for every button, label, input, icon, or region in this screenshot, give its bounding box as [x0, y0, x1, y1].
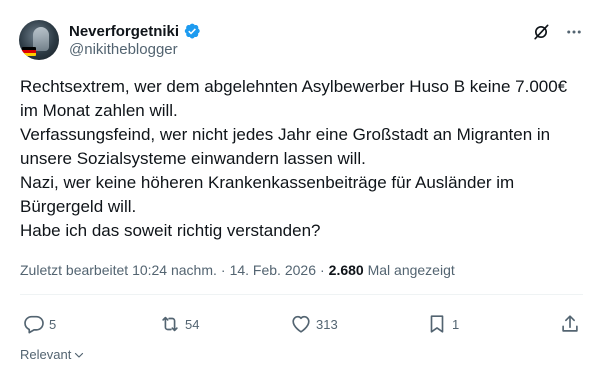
tweet-line: Rechtsextrem, wer dem abgelehnten Asylbe…	[20, 77, 568, 96]
tweet-line: Nazi, wer keine höheren Krankenkassenbei…	[20, 173, 515, 192]
chevron-down-icon	[75, 352, 84, 358]
share-button[interactable]	[559, 312, 581, 336]
sort-replies-button[interactable]: Relevant	[20, 347, 85, 362]
tweet-line: Verfassungsfeind, wer nicht jedes Jahr e…	[20, 125, 551, 144]
header-actions	[531, 22, 583, 42]
sort-label: Relevant	[20, 347, 72, 362]
tweet-date[interactable]: 14. Feb. 2026	[230, 262, 316, 278]
like-button[interactable]: 313	[290, 312, 338, 336]
repost-count: 54	[185, 316, 200, 332]
flag-icon	[22, 47, 36, 56]
tweet-line: Habe ich das soweit richtig verstanden?	[20, 221, 321, 240]
meta-separator: ·	[220, 262, 226, 278]
verified-badge-icon	[184, 23, 200, 39]
repost-icon	[162, 316, 178, 332]
author-avatar[interactable]	[19, 20, 59, 60]
action-bar: 5 54 313 1	[20, 312, 583, 336]
share-icon	[562, 315, 578, 332]
repost-button[interactable]: 54	[159, 312, 199, 336]
tweet-time[interactable]: 10:24 nachm.	[132, 262, 217, 278]
divider	[20, 294, 583, 295]
bookmark-button[interactable]: 1	[426, 312, 459, 336]
like-count: 313	[316, 316, 338, 332]
bookmark-count: 1	[452, 316, 460, 332]
meta-separator: ·	[319, 262, 325, 278]
tweet-meta: Zuletzt bearbeitet 10:24 nachm. · 14. Fe…	[20, 262, 455, 278]
edited-label[interactable]: Zuletzt bearbeitet	[20, 262, 128, 278]
bookmark-icon	[430, 315, 444, 333]
author-display-name[interactable]: Neverforgetniki	[69, 23, 179, 40]
author-name-row: Neverforgetniki	[69, 21, 201, 41]
grok-icon[interactable]	[531, 22, 551, 42]
author-handle[interactable]: @nikitheblogger	[69, 41, 178, 58]
tweet-line: im Monat zahlen will.	[20, 101, 178, 120]
views-count: 2.680	[328, 262, 364, 278]
tweet-line: Bürgergeld will.	[20, 197, 137, 216]
reply-icon	[24, 315, 44, 334]
tweet-line: unsere Sozialsysteme einwandern lassen w…	[20, 149, 366, 168]
heart-icon	[292, 315, 310, 333]
tweet-text: Rechtsextrem, wer dem abgelehnten Asylbe…	[20, 75, 592, 243]
reply-count: 5	[49, 316, 57, 332]
reply-button[interactable]: 5	[23, 312, 56, 336]
more-options-icon[interactable]	[565, 23, 583, 41]
views-label: Mal angezeigt	[367, 262, 455, 278]
